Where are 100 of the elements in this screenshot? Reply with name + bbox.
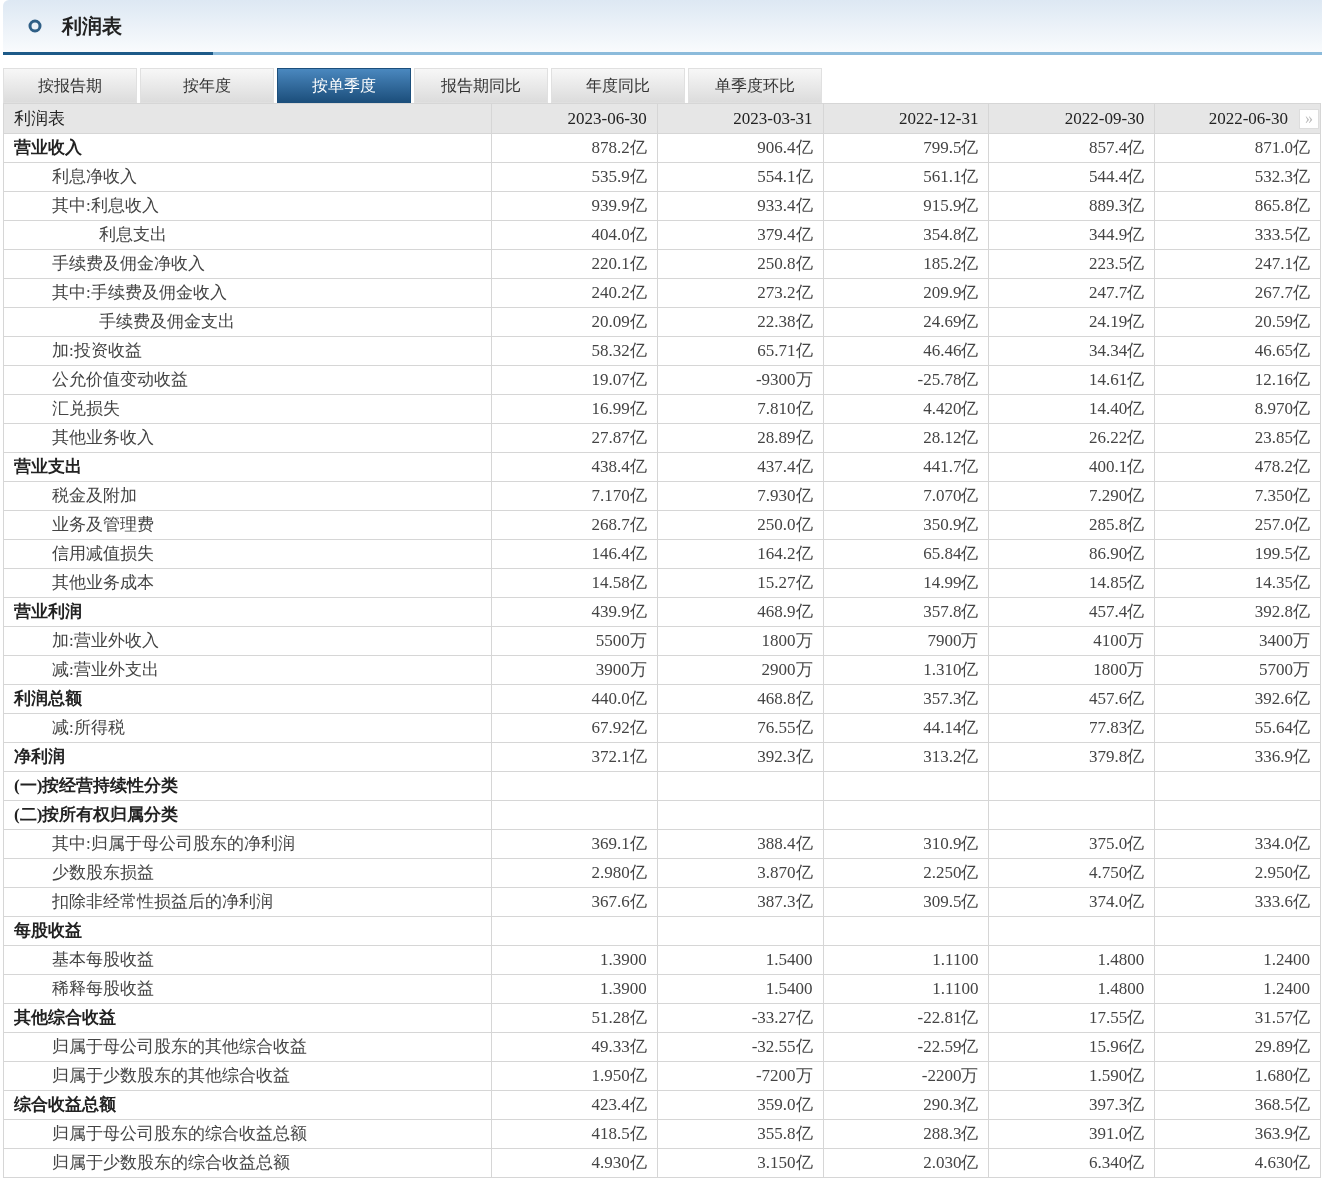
value-cell: 247.1亿 bbox=[1254, 254, 1310, 274]
tab[interactable]: 按年度 bbox=[140, 68, 274, 103]
value-cell: 333.6亿 bbox=[1254, 892, 1310, 912]
value-cell: 250.0亿 bbox=[757, 515, 813, 535]
value-cell: 20.59亿 bbox=[1254, 312, 1310, 332]
value-cell: 457.4亿 bbox=[1088, 602, 1145, 622]
value-cell: 20.09亿 bbox=[591, 312, 647, 332]
value-cell: 1.4800 bbox=[1097, 979, 1145, 999]
value-cell: 4.750亿 bbox=[1088, 863, 1145, 883]
row-label: 归属于母公司股东的综合收益总额 bbox=[52, 1124, 307, 1144]
value-cell: -22.59亿 bbox=[917, 1037, 979, 1057]
value-cell: 906.4亿 bbox=[757, 138, 813, 158]
value-cell: 400.1亿 bbox=[1088, 457, 1145, 477]
value-cell: 2.950亿 bbox=[1254, 863, 1310, 883]
value-cell: 933.4亿 bbox=[757, 196, 813, 216]
value-cell: -22.81亿 bbox=[917, 1008, 979, 1028]
row-label: 稀释每股收益 bbox=[52, 979, 154, 999]
value-cell: 309.5亿 bbox=[923, 892, 979, 912]
row-label: 业务及管理费 bbox=[52, 515, 154, 535]
row-label: 减:所得税 bbox=[52, 718, 125, 738]
value-cell: 65.71亿 bbox=[757, 341, 813, 361]
value-cell: 439.9亿 bbox=[591, 602, 647, 622]
value-cell: 334.0亿 bbox=[1254, 834, 1310, 854]
column-header: 2022-09-30 bbox=[1064, 108, 1145, 128]
value-cell: 58.32亿 bbox=[591, 341, 647, 361]
value-cell: 51.28亿 bbox=[591, 1008, 647, 1028]
value-cell: 1.680亿 bbox=[1254, 1066, 1310, 1086]
row-label: 加:投资收益 bbox=[52, 341, 142, 361]
value-cell: 3900万 bbox=[595, 660, 647, 680]
value-cell: 397.3亿 bbox=[1088, 1095, 1145, 1115]
value-cell: 871.0亿 bbox=[1254, 138, 1310, 158]
value-cell: 15.27亿 bbox=[757, 573, 813, 593]
column-header: 利润表 bbox=[14, 108, 65, 128]
tab[interactable]: 按报告期 bbox=[3, 68, 137, 103]
tab[interactable]: 单季度环比 bbox=[688, 68, 822, 103]
value-cell: 44.14亿 bbox=[923, 718, 979, 738]
value-cell: 369.1亿 bbox=[591, 834, 647, 854]
value-cell: 387.3亿 bbox=[757, 892, 813, 912]
section-label: 营业利润 bbox=[14, 602, 82, 622]
value-cell: 418.5亿 bbox=[591, 1124, 647, 1144]
value-cell: 1.1100 bbox=[932, 950, 979, 970]
tab[interactable]: 按单季度 bbox=[277, 68, 411, 103]
value-cell: 26.22亿 bbox=[1088, 428, 1145, 448]
value-cell: 392.6亿 bbox=[1254, 689, 1310, 709]
value-cell: 468.8亿 bbox=[757, 689, 813, 709]
value-cell: 8.970亿 bbox=[1254, 399, 1310, 419]
value-cell: 24.19亿 bbox=[1088, 312, 1145, 332]
tab[interactable]: 年度同比 bbox=[551, 68, 685, 103]
value-cell: 31.57亿 bbox=[1254, 1008, 1310, 1028]
column-header: 2022-12-31 bbox=[899, 108, 979, 128]
value-cell: 354.8亿 bbox=[923, 225, 979, 245]
value-cell: 3400万 bbox=[1259, 631, 1310, 651]
value-cell: 915.9亿 bbox=[923, 196, 979, 216]
row-label: 利息支出 bbox=[99, 225, 167, 245]
value-cell: 857.4亿 bbox=[1088, 138, 1145, 158]
value-cell: 1.5400 bbox=[765, 950, 813, 970]
row-label: 其他业务成本 bbox=[52, 573, 154, 593]
value-cell: 7900万 bbox=[927, 631, 979, 651]
value-cell: 1.4800 bbox=[1097, 950, 1145, 970]
panel-title: 利润表 bbox=[62, 14, 122, 39]
value-cell: 367.6亿 bbox=[591, 892, 647, 912]
value-cell: 23.85亿 bbox=[1254, 428, 1310, 448]
section-label: 每股收益 bbox=[14, 921, 82, 941]
value-cell: 46.46亿 bbox=[923, 341, 979, 361]
value-cell: 24.69亿 bbox=[923, 312, 979, 332]
value-cell: 7.070亿 bbox=[923, 486, 979, 506]
value-cell: 357.3亿 bbox=[923, 689, 979, 709]
value-cell: 7.930亿 bbox=[757, 486, 813, 506]
value-cell: 76.55亿 bbox=[757, 718, 813, 738]
column-header: 2023-06-30 bbox=[567, 108, 647, 128]
value-cell: 77.83亿 bbox=[1088, 718, 1145, 738]
value-cell: 310.9亿 bbox=[923, 834, 979, 854]
tab[interactable]: 报告期同比 bbox=[414, 68, 548, 103]
value-cell: 423.4亿 bbox=[591, 1095, 647, 1115]
row-label: 归属于少数股东的综合收益总额 bbox=[52, 1153, 290, 1173]
value-cell: 6.340亿 bbox=[1088, 1153, 1145, 1173]
value-cell: 1.1100 bbox=[932, 979, 979, 999]
value-cell: 250.8亿 bbox=[757, 254, 813, 274]
value-cell: 404.0亿 bbox=[591, 225, 647, 245]
value-cell: 12.16亿 bbox=[1254, 370, 1310, 390]
value-cell: 1.3900 bbox=[600, 950, 647, 970]
value-cell: -33.27亿 bbox=[751, 1008, 813, 1028]
value-cell: 1.2400 bbox=[1263, 950, 1310, 970]
row-label: 加:营业外收入 bbox=[52, 631, 159, 651]
row-label: 其中:手续费及佣金收入 bbox=[52, 283, 227, 303]
value-cell: 14.61亿 bbox=[1088, 370, 1145, 390]
value-cell: 1.310亿 bbox=[923, 660, 979, 680]
value-cell: 4.420亿 bbox=[923, 399, 979, 419]
value-cell: -7200万 bbox=[755, 1066, 813, 1086]
value-cell: 2.980亿 bbox=[591, 863, 647, 883]
value-cell: 49.33亿 bbox=[591, 1037, 647, 1057]
section-label: (二)按所有权归属分类 bbox=[14, 805, 179, 825]
value-cell: 14.35亿 bbox=[1254, 573, 1310, 593]
value-cell: 535.9亿 bbox=[591, 167, 647, 187]
section-label: 营业支出 bbox=[14, 457, 82, 477]
value-cell: 15.96亿 bbox=[1088, 1037, 1145, 1057]
value-cell: 290.3亿 bbox=[923, 1095, 979, 1115]
value-cell: 468.9亿 bbox=[757, 602, 813, 622]
value-cell: 14.40亿 bbox=[1088, 399, 1145, 419]
value-cell: 7.350亿 bbox=[1254, 486, 1310, 506]
